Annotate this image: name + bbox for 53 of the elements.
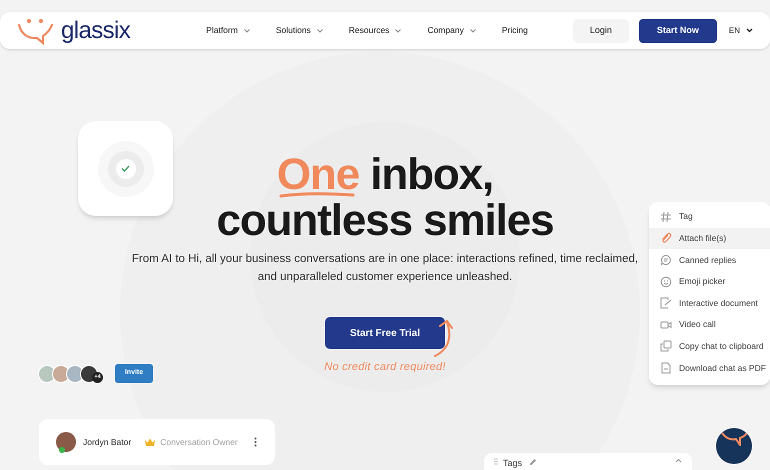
headline-text: inbox, xyxy=(370,150,494,199)
nav-link[interactable]: Company xyxy=(427,24,476,37)
menu-item[interactable]: Attach file(s) xyxy=(649,228,770,250)
start-free-trial-button[interactable]: Start Free Trial xyxy=(325,317,445,349)
smiley-chat-icon xyxy=(17,16,55,44)
headline-text: countless smiles xyxy=(216,196,554,245)
menu-item[interactable]: Download chat as PDF xyxy=(649,357,770,379)
menu-item[interactable]: Interactive document xyxy=(649,292,770,314)
drag-handle-icon[interactable] xyxy=(494,458,498,465)
hash-icon xyxy=(660,210,672,223)
nav-link[interactable]: Platform xyxy=(206,24,250,37)
login-button[interactable]: Login xyxy=(572,18,629,42)
menu-item[interactable]: Emoji picker xyxy=(649,270,770,292)
chevron-down-icon xyxy=(746,28,753,33)
handwritten-note: No credit card required! xyxy=(324,360,446,375)
avatar xyxy=(38,364,56,382)
menu-item[interactable]: Canned replies xyxy=(649,249,770,271)
smiley-icon xyxy=(660,276,672,288)
owner-role: Conversation Owner xyxy=(160,436,238,448)
nav-link[interactable]: Solutions xyxy=(276,24,323,37)
avatar xyxy=(56,432,76,452)
chevron-down-icon xyxy=(316,28,323,32)
file-icon xyxy=(660,362,672,374)
brand-name[interactable]: glassix xyxy=(61,18,130,42)
chat-bubble-icon xyxy=(721,430,749,446)
menu-item[interactable]: Copy chat to clipboard xyxy=(649,336,770,358)
tags-title: Tags xyxy=(503,457,522,470)
hero-subtitle: From AI to Hi, all your business conversations are in one place: interactions refined, time reclaimed, and unparalleled customer experience unleashed. xyxy=(130,252,640,285)
start-now-button[interactable]: Start Now xyxy=(638,18,717,42)
avatar xyxy=(66,364,84,382)
chevron-icon[interactable] xyxy=(675,458,682,463)
document-pen-icon xyxy=(660,297,672,310)
owner-name: Jordyn Bator xyxy=(83,436,132,448)
copy-icon xyxy=(660,340,672,352)
chevron-down-icon xyxy=(244,28,250,32)
chevron-down-icon xyxy=(395,28,402,32)
more-options-icon[interactable] xyxy=(254,437,257,447)
underline-squiggle-icon xyxy=(278,191,355,199)
speech-bubble-icon xyxy=(660,254,672,266)
pencil-icon[interactable] xyxy=(529,458,538,466)
nav-link[interactable]: Resources xyxy=(348,24,402,37)
language-selector[interactable]: EN xyxy=(728,24,753,36)
menu-item[interactable]: Tag xyxy=(649,206,770,228)
headline-accent-word: One xyxy=(276,157,360,193)
chat-launcher-button[interactable] xyxy=(716,428,752,464)
menu-item[interactable]: Video call xyxy=(649,314,770,336)
paperclip-icon xyxy=(660,232,672,244)
video-camera-icon xyxy=(660,318,672,331)
chevron-down-icon xyxy=(470,28,476,32)
nav-link[interactable]: Pricing xyxy=(502,24,528,37)
avatar xyxy=(52,364,70,382)
checkmark-icon xyxy=(121,165,130,172)
crown-icon xyxy=(145,438,156,446)
